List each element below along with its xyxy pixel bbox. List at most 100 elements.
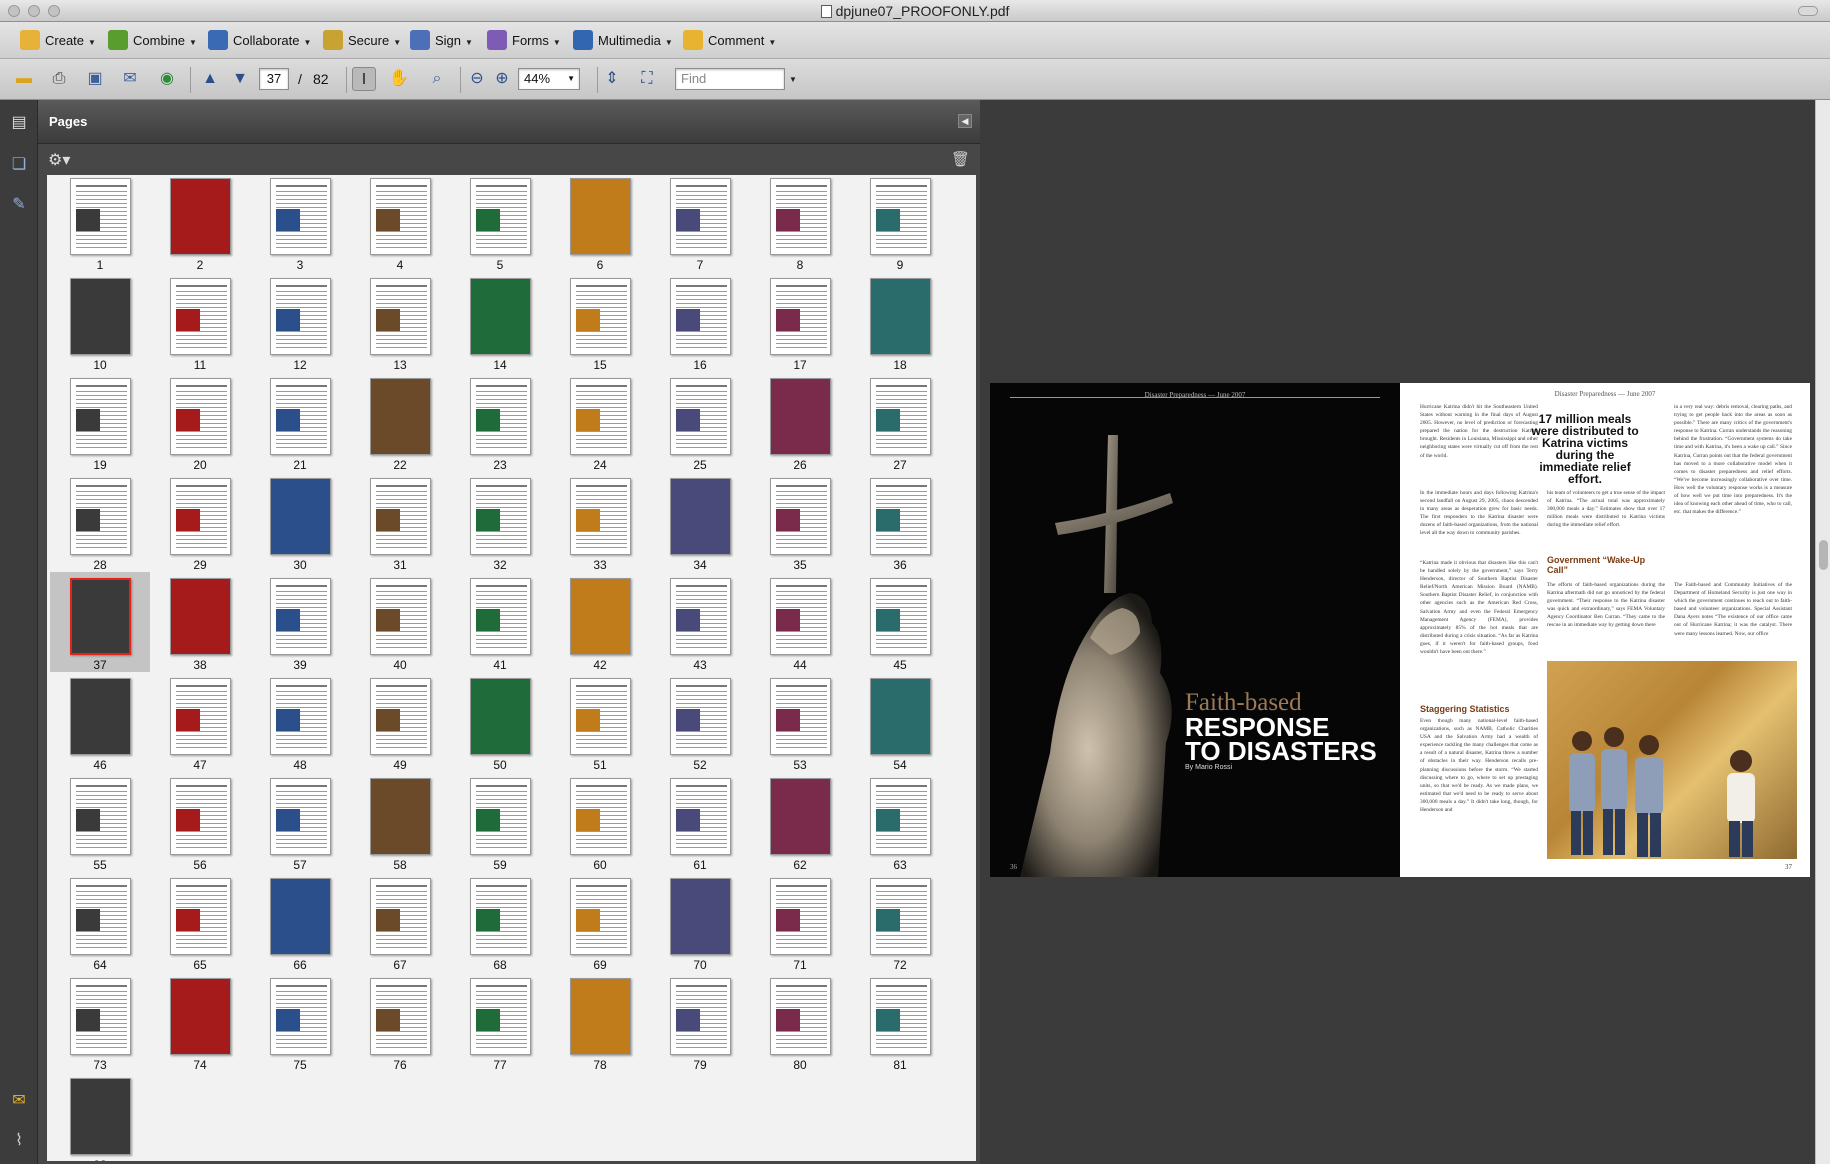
page-thumbnail[interactable]: 34 <box>650 472 750 572</box>
page-thumbnail[interactable]: 23 <box>450 372 550 472</box>
page-thumbnail[interactable]: 45 <box>850 572 950 672</box>
page-thumbnail[interactable]: 14 <box>450 272 550 372</box>
page-thumbnail[interactable]: 60 <box>550 772 650 872</box>
page-thumbnail[interactable]: 66 <box>250 872 350 972</box>
open-file-button[interactable]: ▬ <box>12 67 36 91</box>
page-thumbnail[interactable]: 46 <box>50 672 150 772</box>
page-thumbnail[interactable]: 41 <box>450 572 550 672</box>
page-thumbnail[interactable]: 54 <box>850 672 950 772</box>
page-thumbnail[interactable]: 13 <box>350 272 450 372</box>
page-thumbnail[interactable]: 64 <box>50 872 150 972</box>
marquee-zoom-button[interactable]: ⌕ <box>425 67 449 91</box>
page-thumbnail[interactable]: 8 <box>750 175 850 272</box>
combine-menu-button[interactable]: Combine ▼ <box>108 29 197 53</box>
sign-menu-button[interactable]: Sign ▼ <box>410 29 473 53</box>
page-thumbnail[interactable]: 73 <box>50 972 150 1072</box>
collaborate-menu-button[interactable]: Collaborate ▼ <box>208 29 311 53</box>
create-menu-button[interactable]: Create ▼ <box>20 29 96 53</box>
page-thumbnail[interactable]: 55 <box>50 772 150 872</box>
page-thumbnail[interactable]: 81 <box>850 972 950 1072</box>
page-thumbnail[interactable]: 79 <box>650 972 750 1072</box>
page-thumbnail[interactable]: 3 <box>250 175 350 272</box>
find-options-chevron-icon[interactable]: ▼ <box>789 75 797 84</box>
previous-page-button[interactable]: ▲ <box>198 67 222 91</box>
page-thumbnail[interactable]: 80 <box>750 972 850 1072</box>
page-thumbnail[interactable]: 27 <box>850 372 950 472</box>
page-thumbnail[interactable]: 42 <box>550 572 650 672</box>
page-thumbnail[interactable]: 24 <box>550 372 650 472</box>
page-thumbnail[interactable]: 35 <box>750 472 850 572</box>
hand-tool-button[interactable]: ✋ <box>387 67 411 91</box>
page-thumbnail[interactable]: 77 <box>450 972 550 1072</box>
page-thumbnail[interactable]: 22 <box>350 372 450 472</box>
page-thumbnail[interactable]: 1 <box>50 175 150 272</box>
gear-icon[interactable]: ⚙▾ <box>48 150 70 170</box>
page-thumbnail[interactable]: 9 <box>850 175 950 272</box>
page-thumbnail[interactable]: 16 <box>650 272 750 372</box>
page-thumbnail[interactable]: 19 <box>50 372 150 472</box>
page-thumbnail[interactable]: 36 <box>850 472 950 572</box>
page-thumbnail[interactable]: 17 <box>750 272 850 372</box>
page-thumbnail[interactable]: 33 <box>550 472 650 572</box>
page-thumbnail[interactable]: 26 <box>750 372 850 472</box>
forms-menu-button[interactable]: Forms ▼ <box>487 29 561 53</box>
page-thumbnail[interactable]: 7 <box>650 175 750 272</box>
page-thumbnail[interactable]: 74 <box>150 972 250 1072</box>
page-thumbnail[interactable]: 82 <box>50 1072 150 1161</box>
page-thumbnail[interactable]: 76 <box>350 972 450 1072</box>
page-thumbnail[interactable]: 69 <box>550 872 650 972</box>
page-thumbnail[interactable]: 75 <box>250 972 350 1072</box>
fit-page-button[interactable]: ⛶ <box>635 67 659 91</box>
page-thumbnail[interactable]: 71 <box>750 872 850 972</box>
page-thumbnail[interactable]: 29 <box>150 472 250 572</box>
secure-menu-button[interactable]: Secure ▼ <box>323 29 401 53</box>
pages-panel-icon[interactable]: ▤ <box>8 112 30 134</box>
page-thumbnail[interactable]: 68 <box>450 872 550 972</box>
page-thumbnail[interactable]: 50 <box>450 672 550 772</box>
page-thumbnail[interactable]: 32 <box>450 472 550 572</box>
page-thumbnail[interactable]: 5 <box>450 175 550 272</box>
page-thumbnail[interactable]: 28 <box>50 472 150 572</box>
page-thumbnail[interactable]: 58 <box>350 772 450 872</box>
page-thumbnail[interactable]: 12 <box>250 272 350 372</box>
page-thumbnail[interactable]: 63 <box>850 772 950 872</box>
page-thumbnail[interactable]: 59 <box>450 772 550 872</box>
page-thumbnail[interactable]: 70 <box>650 872 750 972</box>
page-thumbnail[interactable]: 65 <box>150 872 250 972</box>
page-thumbnail[interactable]: 21 <box>250 372 350 472</box>
trash-icon[interactable]: 🗑 <box>951 150 970 168</box>
page-thumbnail[interactable]: 20 <box>150 372 250 472</box>
page-thumbnail[interactable]: 25 <box>650 372 750 472</box>
comments-icon[interactable]: ✉ <box>8 1090 30 1112</box>
zoom-out-button[interactable]: ⊖ <box>465 67 489 91</box>
web-capture-button[interactable]: ◉ <box>155 67 179 91</box>
minimize-window-button[interactable] <box>28 5 40 17</box>
page-number-input[interactable]: 37 <box>259 68 289 90</box>
print-button[interactable]: ⎙ <box>47 67 71 91</box>
select-tool-button[interactable]: I <box>352 67 376 91</box>
zoom-in-button[interactable]: ⊕ <box>490 67 514 91</box>
bookmarks-icon[interactable]: ❏ <box>8 154 30 176</box>
page-thumbnail[interactable]: 10 <box>50 272 150 372</box>
page-thumbnail[interactable]: 61 <box>650 772 750 872</box>
save-button[interactable]: ▣ <box>83 67 107 91</box>
page-thumbnail[interactable]: 39 <box>250 572 350 672</box>
page-thumbnail[interactable]: 49 <box>350 672 450 772</box>
scrolling-mode-button[interactable]: ⇕ <box>600 67 624 91</box>
zoom-window-button[interactable] <box>48 5 60 17</box>
toolbar-toggle-button[interactable] <box>1798 6 1818 16</box>
page-thumbnail[interactable]: 31 <box>350 472 450 572</box>
multimedia-menu-button[interactable]: Multimedia ▼ <box>573 29 673 53</box>
page-thumbnail[interactable]: 18 <box>850 272 950 372</box>
signatures-icon[interactable]: ✎ <box>8 194 30 216</box>
vertical-scrollbar[interactable] <box>1815 100 1830 1164</box>
page-thumbnail[interactable]: 48 <box>250 672 350 772</box>
page-thumbnail[interactable]: 67 <box>350 872 450 972</box>
page-thumbnail[interactable]: 52 <box>650 672 750 772</box>
page-thumbnail[interactable]: 72 <box>850 872 950 972</box>
attachments-icon[interactable]: ⌇ <box>8 1130 30 1152</box>
page-thumbnail[interactable]: 4 <box>350 175 450 272</box>
page-thumbnail[interactable]: 62 <box>750 772 850 872</box>
page-thumbnail[interactable]: 15 <box>550 272 650 372</box>
email-button[interactable]: ✉ <box>118 67 142 91</box>
